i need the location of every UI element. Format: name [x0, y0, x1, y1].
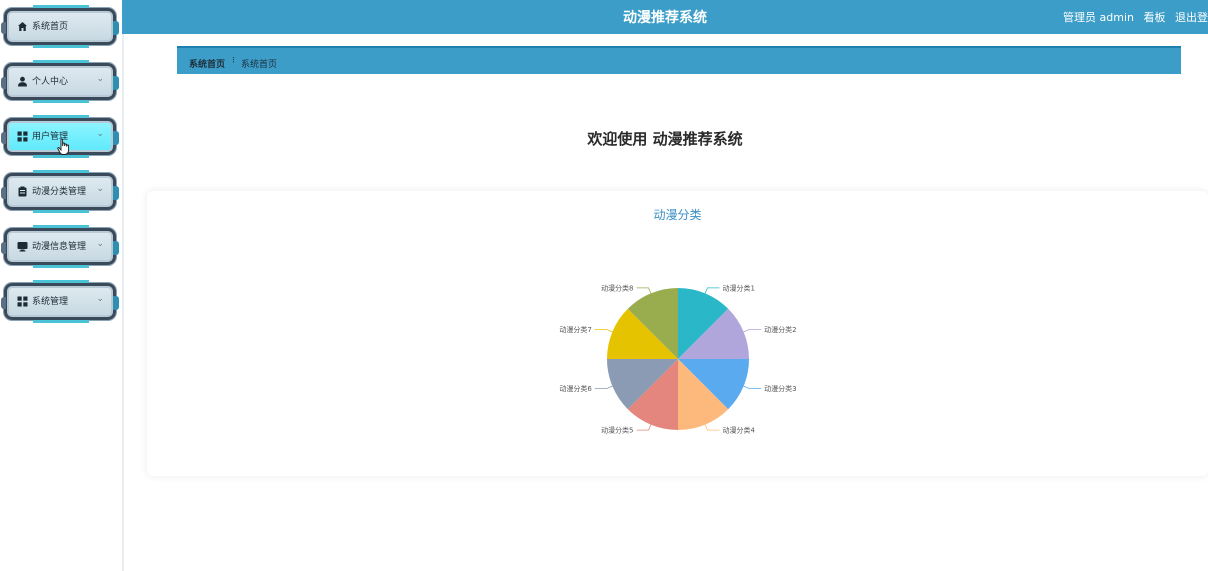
nav-tab-decoration [1, 187, 6, 199]
dashboard-link[interactable]: 看板 [1144, 11, 1166, 24]
slice-leader-line [636, 424, 652, 431]
slice-label: 动漫分类4 [722, 426, 755, 435]
breadcrumb: 系统首页 ⁝ 系统首页 [177, 46, 1181, 74]
nav-tab-decoration [113, 186, 119, 200]
hand-cursor-icon [57, 138, 70, 155]
nav-tab-decoration [1, 77, 6, 89]
slice-label: 动漫分类3 [764, 384, 796, 393]
chevron-down-icon: ⌄ [96, 184, 104, 194]
nav-tab-decoration [113, 21, 119, 35]
sidebar-item-system[interactable]: 系统管理 ⌄ [1, 280, 119, 323]
sidebar-item-users[interactable]: 用户管理 ⌄ [1, 115, 119, 158]
header-actions: 管理员 admin 看板 退出登 [1057, 9, 1208, 25]
nav-tab-decoration [113, 76, 119, 90]
user-icon [17, 76, 28, 87]
nav-tab-decoration [1, 132, 6, 144]
sidebar-item-anime-info[interactable]: 动漫信息管理 ⌄ [1, 225, 119, 268]
sidebar-item-profile[interactable]: 个人中心 ⌄ [1, 60, 119, 103]
chevron-down-icon: ⌄ [96, 239, 104, 249]
sidebar-item-label: 动漫分类管理 [32, 187, 87, 197]
slice-label: 动漫分类5 [601, 426, 633, 435]
nav-tab-decoration [1, 297, 6, 309]
slice-leader-line [743, 385, 762, 389]
top-header: 动漫推荐系统 管理员 admin 看板 退出登 [122, 0, 1208, 34]
slice-label: 动漫分类2 [764, 325, 796, 334]
sidebar-item-home[interactable]: 系统首页 [1, 5, 119, 48]
slice-leader-line [704, 287, 720, 294]
slice-leader-line [636, 287, 652, 294]
breadcrumb-current: 系统首页 [241, 60, 278, 70]
chevron-down-icon: ⌄ [96, 294, 104, 304]
sidebar-item-label: 个人中心 [32, 77, 69, 87]
sidebar-item-anime-category[interactable]: 动漫分类管理 ⌄ [1, 170, 119, 213]
slice-label: 动漫分类1 [722, 283, 754, 292]
nav-tab-decoration [1, 22, 6, 34]
home-icon [17, 21, 28, 32]
grid-icon [17, 296, 28, 307]
chart-card: 动漫分类 动漫分类1 动漫分类2 动漫分类3 动漫分类4 动漫分类5 动漫分类6 动漫分类7… [147, 191, 1208, 476]
breadcrumb-separator: ⁝ [232, 56, 235, 66]
slice-leader-line [594, 385, 613, 389]
sidebar-item-label: 动漫信息管理 [32, 242, 87, 252]
pie-chart: 动漫分类1 动漫分类2 动漫分类3 动漫分类4 动漫分类5 动漫分类6 动漫分类7 动漫分类8 [559, 283, 796, 435]
nav-tab-decoration [113, 131, 119, 145]
slice-label: 动漫分类8 [601, 283, 633, 292]
logout-link[interactable]: 退出登 [1175, 11, 1208, 24]
monitor-icon [17, 241, 28, 252]
nav-tab-decoration [113, 241, 119, 255]
slice-label: 动漫分类7 [559, 325, 591, 334]
app-title: 动漫推荐系统 [623, 10, 707, 26]
slice-leader-line [704, 424, 720, 431]
chevron-down-icon: ⌄ [96, 129, 104, 139]
sidebar-item-label: 系统管理 [32, 297, 69, 307]
current-user-label: 管理员 admin [1063, 11, 1134, 24]
nav-tab-decoration [113, 296, 119, 310]
sidebar-item-label: 系统首页 [32, 22, 69, 32]
grid-icon [17, 131, 28, 142]
slice-label: 动漫分类6 [559, 384, 592, 393]
slice-leader-line [743, 329, 762, 333]
slice-leader-line [594, 329, 613, 333]
breadcrumb-home-link[interactable]: 系统首页 [189, 57, 225, 70]
clipboard-icon [17, 186, 28, 197]
chevron-down-icon: ⌄ [96, 74, 104, 84]
nav-tab-decoration [1, 242, 6, 254]
welcome-heading: 欢迎使用 动漫推荐系统 [587, 130, 743, 148]
sidebar: 系统首页 个人中心 ⌄ 用户管理 ⌄ 动漫分类管理 ⌄ 动漫信息管理 ⌄ 系统管… [0, 0, 124, 571]
